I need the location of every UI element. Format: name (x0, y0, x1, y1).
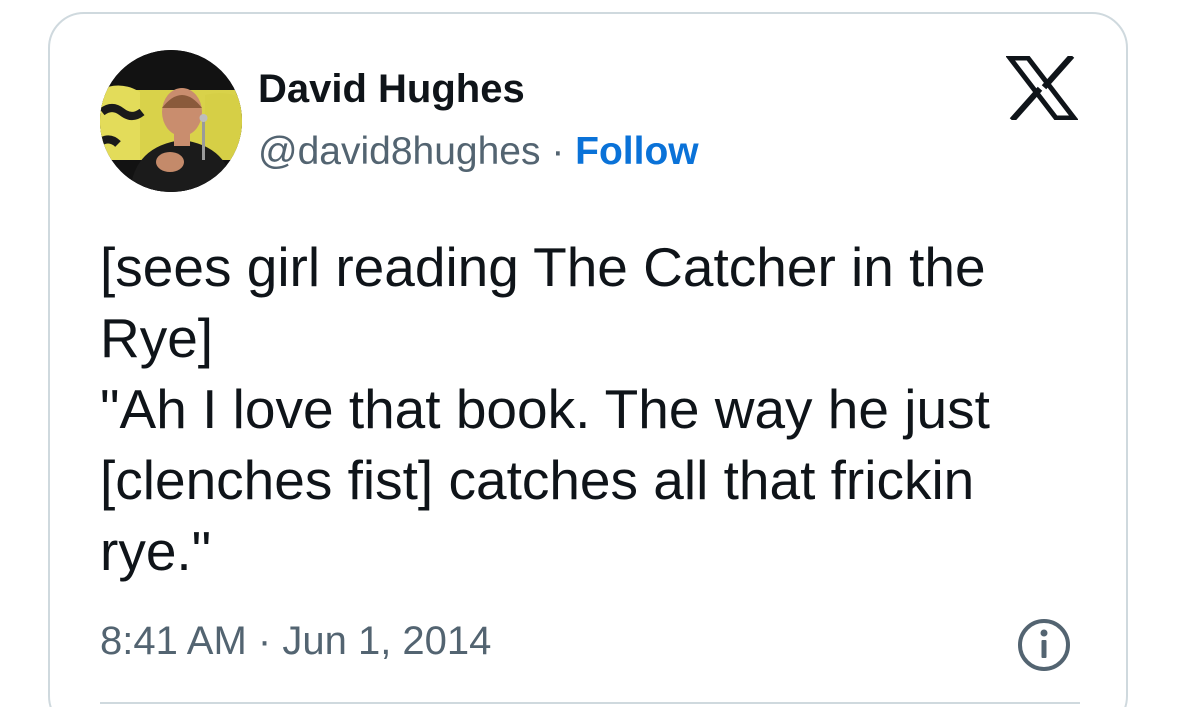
tweet-text: [sees girl reading The Catcher in the Ry… (100, 232, 1100, 587)
handle-line: @david8hughes · Follow (258, 128, 699, 176)
divider (100, 702, 1080, 704)
avatar-image (100, 50, 242, 192)
tweet-text-line: [clenches fist] catches all that frickin (100, 449, 975, 511)
tweet-text-line: [sees girl reading The Catcher in the (100, 236, 986, 298)
x-logo-icon[interactable] (1006, 56, 1078, 120)
info-icon[interactable] (1017, 618, 1071, 672)
tweet-text-line: rye." (100, 520, 212, 582)
avatar[interactable] (100, 50, 242, 192)
author-handle[interactable]: @david8hughes (258, 130, 540, 173)
separator-dot: · (551, 130, 565, 173)
author-name[interactable]: David Hughes (258, 64, 525, 114)
follow-button[interactable]: Follow (575, 130, 698, 173)
tweet-timestamp[interactable]: 8:41 AM · Jun 1, 2014 (100, 616, 491, 666)
tweet-text-line: "Ah I love that book. The way he just (100, 378, 990, 440)
tweet-text-line: Rye] (100, 307, 214, 369)
separator-dot: · (257, 619, 272, 663)
tweet-date: Jun 1, 2014 (282, 619, 492, 663)
tweet-time: 8:41 AM (100, 619, 247, 663)
page: David Hughes @david8hughes · Follow [see… (0, 0, 1179, 707)
